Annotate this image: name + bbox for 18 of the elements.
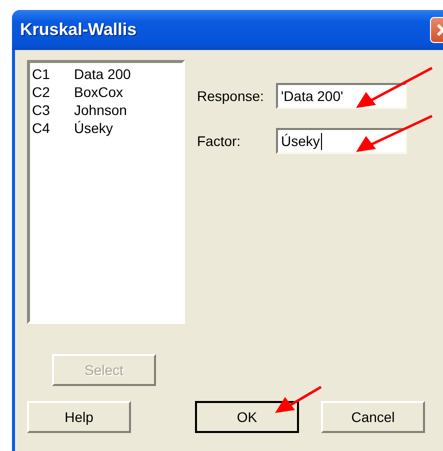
column-id: C3 xyxy=(32,101,51,119)
column-list[interactable]: C1 Data 200 C2 BoxCox C3 Johnson C4 Úseky xyxy=(27,60,185,324)
column-name[interactable]: BoxCox xyxy=(74,83,124,101)
column-id: C1 xyxy=(32,65,51,83)
column-name[interactable]: Úseky xyxy=(74,119,113,137)
dialog-button[interactable]: Cancel xyxy=(321,401,425,433)
arrow-drawing xyxy=(273,385,323,415)
column-id: C2 xyxy=(32,83,51,101)
dialog-button[interactable]: Help xyxy=(27,401,131,433)
column-name[interactable]: Johnson xyxy=(74,101,127,119)
input-field[interactable]: 'Data 200' xyxy=(276,83,407,109)
field-label: Factor: xyxy=(197,133,242,149)
column-name[interactable]: Data 200 xyxy=(74,65,131,83)
column-id: C4 xyxy=(32,119,51,137)
field-label: Response: xyxy=(197,88,265,104)
dialog-button[interactable]: OK xyxy=(195,401,299,433)
window-title: Kruskal-Wallis xyxy=(20,20,137,40)
input-field[interactable]: Úseky xyxy=(276,128,407,154)
